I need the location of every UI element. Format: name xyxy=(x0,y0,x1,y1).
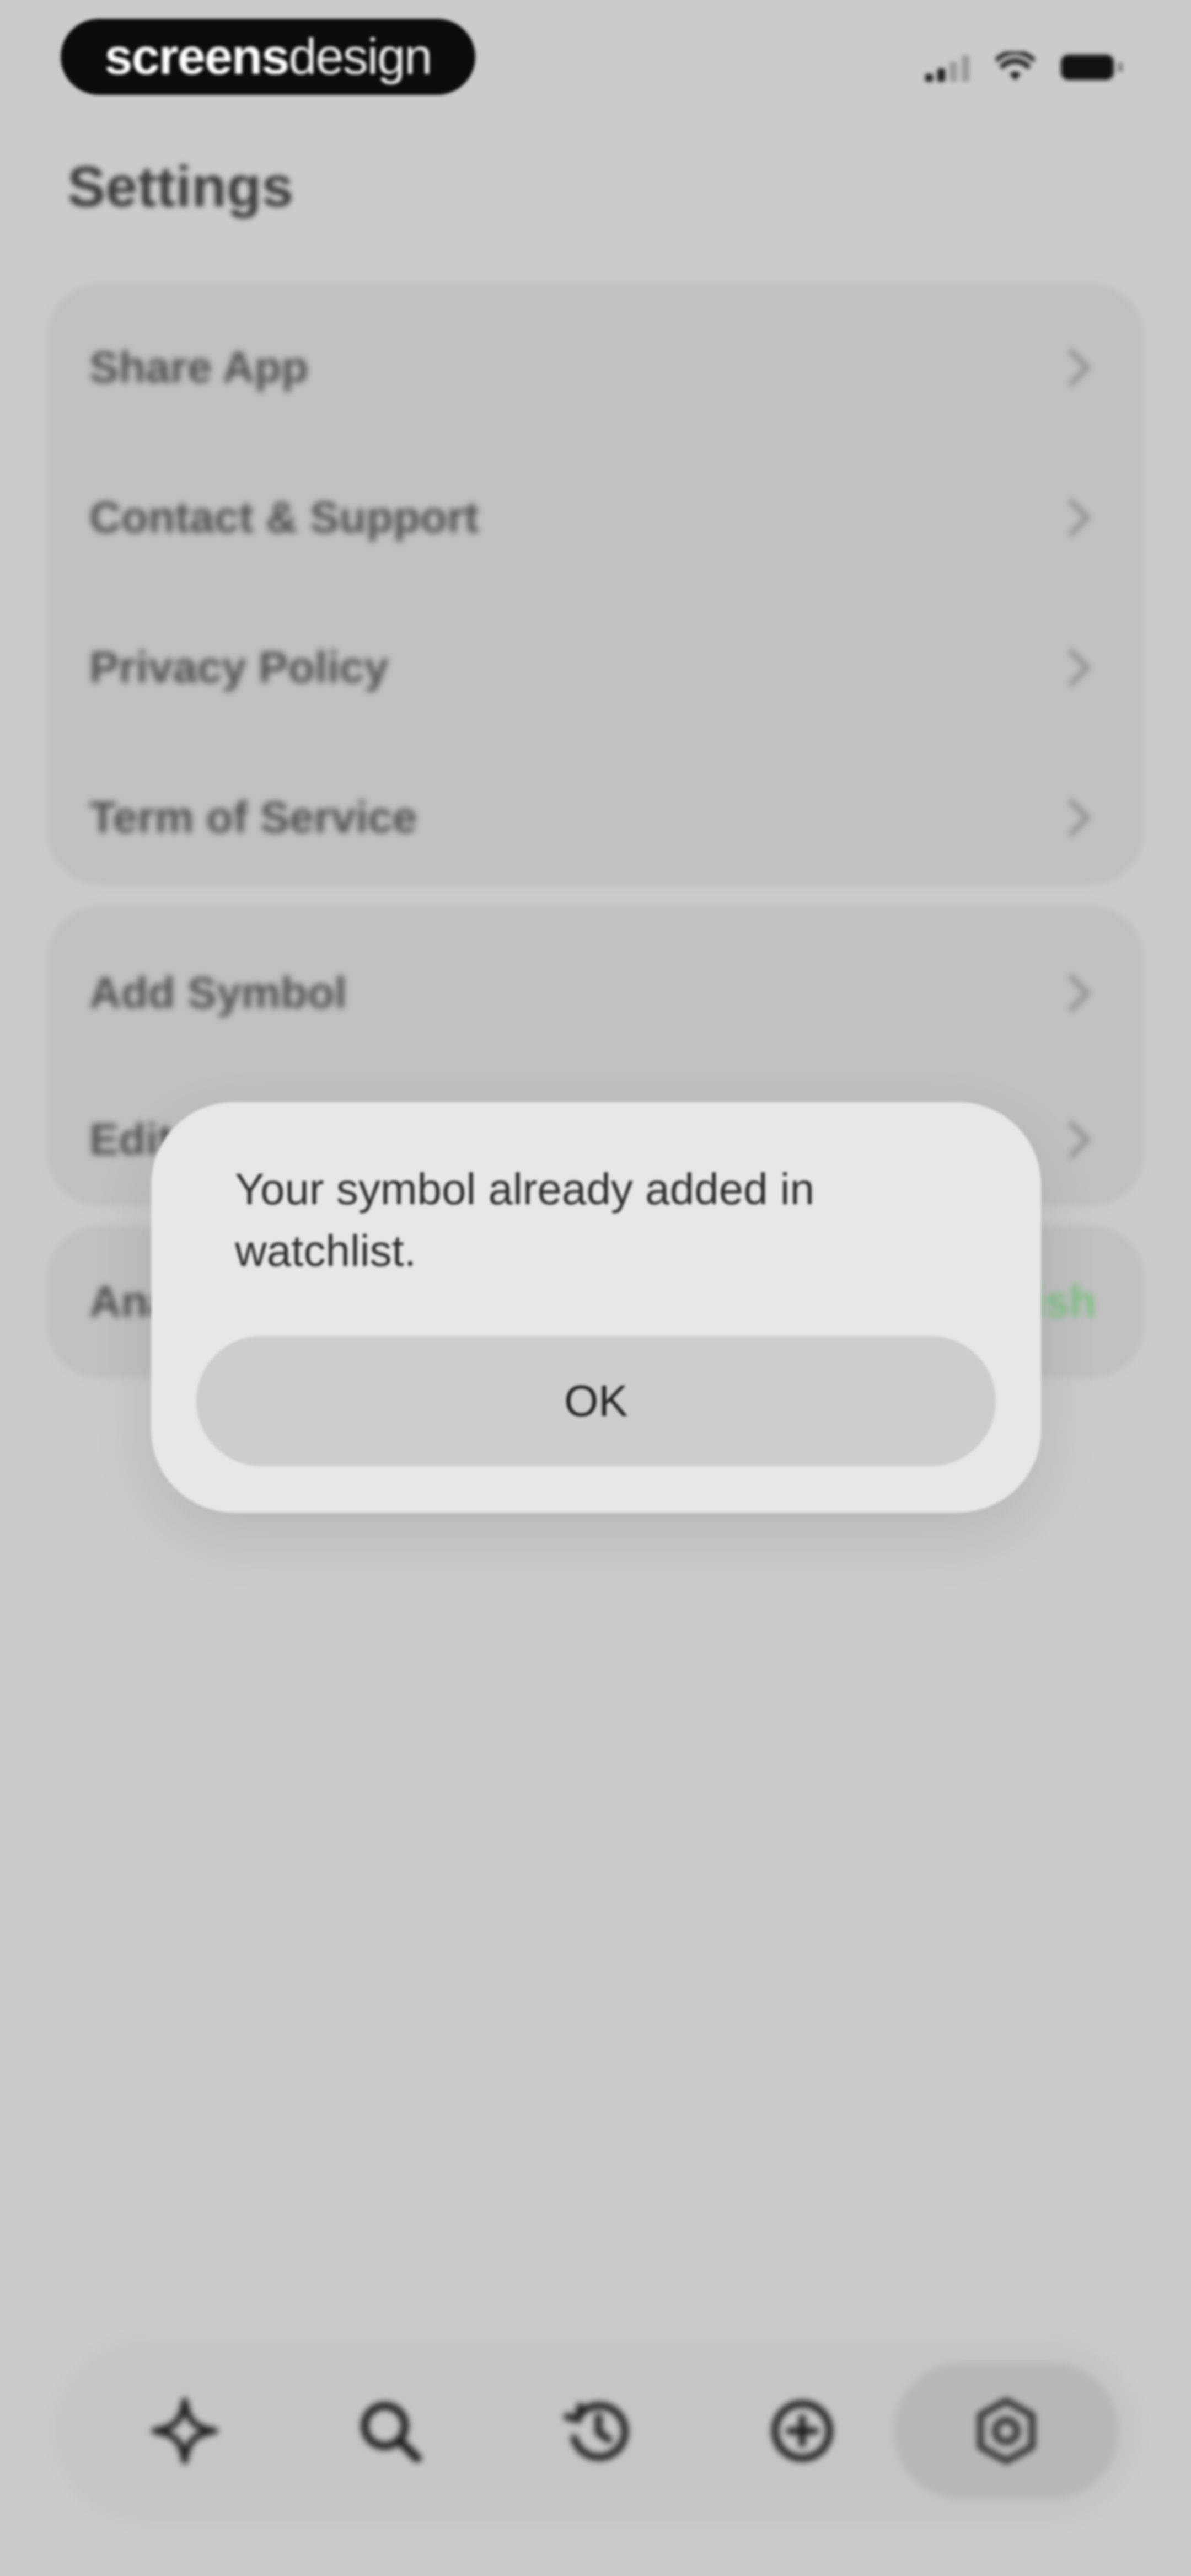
chevron-right-icon xyxy=(1052,798,1091,837)
row-label: Contact & Support xyxy=(89,493,479,542)
status-icons xyxy=(925,51,1123,84)
alert-message: Your symbol already added in watchlist. xyxy=(235,1164,815,1275)
chevron-right-icon xyxy=(1052,648,1091,687)
tab-history[interactable] xyxy=(528,2362,666,2500)
row-terms-of-service[interactable]: Term of Service xyxy=(89,784,1102,851)
add-circle-icon xyxy=(771,2400,833,2462)
row-share-app[interactable]: Share App xyxy=(89,334,1102,400)
tab-search[interactable] xyxy=(321,2362,459,2500)
tab-add[interactable] xyxy=(733,2362,871,2500)
brand-logo-bold: screens xyxy=(104,28,290,85)
cellular-signal-icon xyxy=(925,53,969,82)
tab-settings[interactable] xyxy=(893,2362,1119,2500)
bottom-tab-bar xyxy=(60,2345,1134,2516)
chevron-right-icon xyxy=(1052,498,1091,537)
ok-button[interactable]: OK xyxy=(196,1336,996,1466)
page-title: Settings xyxy=(67,155,294,219)
wifi-icon xyxy=(996,52,1034,81)
settings-screen: screens design Settings Share App Contact… xyxy=(0,0,1191,2576)
tab-sparkle[interactable] xyxy=(116,2362,254,2500)
settings-group-info: Share App Contact & Support Privacy Poli… xyxy=(47,284,1144,885)
row-contact-support[interactable]: Contact & Support xyxy=(89,484,1102,551)
row-privacy-policy[interactable]: Privacy Policy xyxy=(89,634,1102,701)
chevron-right-icon xyxy=(1052,348,1091,387)
sparkle-icon xyxy=(151,2397,218,2465)
settings-gear-icon xyxy=(977,2397,1036,2465)
row-add-symbol[interactable]: Add Symbol xyxy=(89,960,1102,1026)
row-label: Privacy Policy xyxy=(89,643,389,692)
row-label: Term of Service xyxy=(89,793,417,842)
chevron-right-icon xyxy=(1052,974,1091,1012)
row-label: Share App xyxy=(89,343,309,392)
chevron-right-icon xyxy=(1052,1120,1091,1159)
row-label: Add Symbol xyxy=(89,968,347,1017)
search-icon xyxy=(361,2402,422,2463)
alert-dialog: Your symbol already added in watchlist. … xyxy=(151,1102,1041,1513)
battery-icon xyxy=(1061,55,1123,80)
brand-logo: screens design xyxy=(61,19,475,95)
brand-logo-light: design xyxy=(288,28,432,85)
history-icon xyxy=(563,2402,629,2461)
